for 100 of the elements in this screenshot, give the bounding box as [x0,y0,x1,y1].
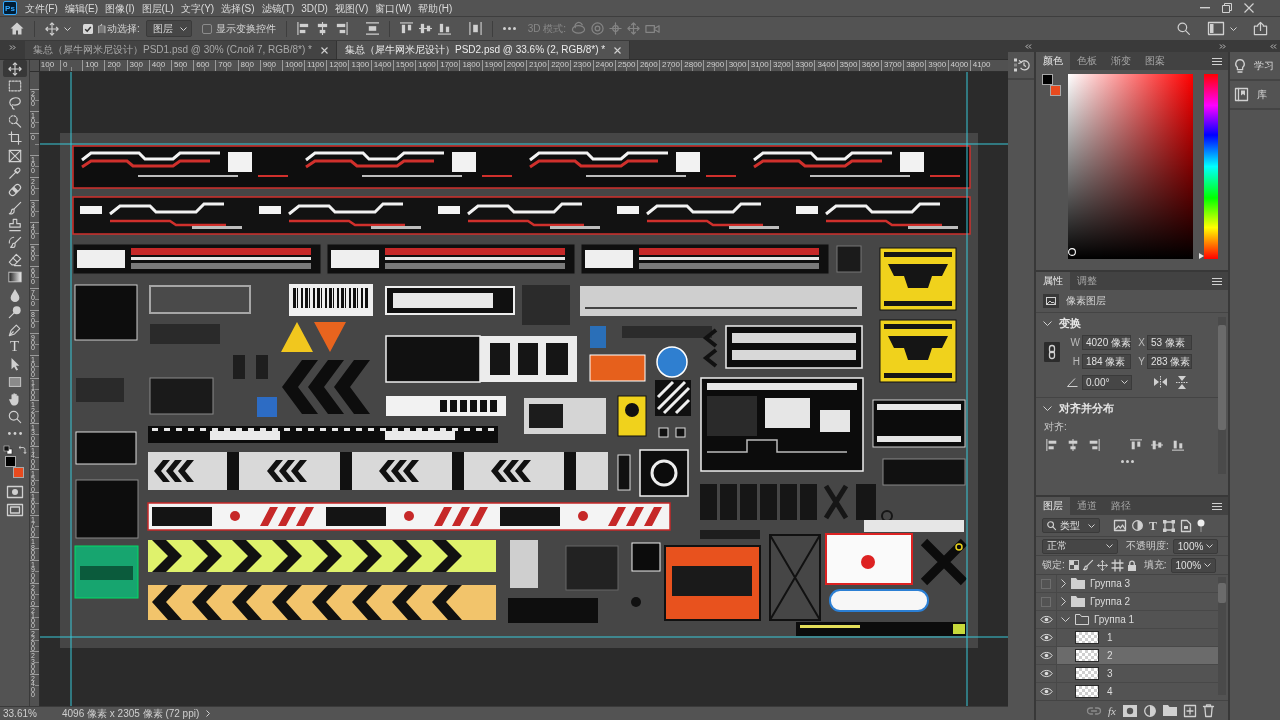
panel-tab[interactable]: 调整 [1070,272,1104,290]
toggle-icon[interactable] [1197,519,1205,532]
dashed-circle-brush-icon[interactable] [7,113,22,128]
menu-item[interactable]: 编辑(E) [61,0,102,16]
close-icon[interactable] [1244,3,1254,13]
menu-item[interactable]: 视图(V) [331,0,372,16]
image-icon[interactable] [1114,520,1126,531]
eye-icon[interactable] [1039,615,1053,624]
double-chevron-icon[interactable] [9,45,16,50]
blend-mode-dropdown[interactable]: 正常 [1042,538,1118,554]
transform-field[interactable]: 283 像素 [1147,354,1192,369]
scrollbar-thumb[interactable] [1218,583,1226,603]
move-icon[interactable] [1096,559,1108,571]
eye-icon[interactable] [1039,651,1053,660]
menu-item[interactable]: 图层(L) [138,0,177,16]
foreground-swatch[interactable] [1042,74,1053,85]
align-top-icon[interactable] [1130,439,1142,451]
foreground-swatch[interactable] [5,455,16,467]
align-top-icon[interactable] [399,22,413,35]
layer-item[interactable]: 4 [1057,683,1218,700]
panel-tab[interactable]: 通道 [1070,497,1104,515]
caret-icon[interactable] [1204,563,1212,567]
align-center-icon[interactable] [315,22,329,35]
eye-icon[interactable] [1039,633,1053,642]
layer-item[interactable]: 3 [1057,665,1218,682]
caret-icon[interactable] [179,26,187,31]
align-center-icon[interactable] [1067,439,1079,451]
align-middle-icon[interactable] [1151,439,1163,451]
panel-tab[interactable]: 路径 [1104,497,1138,515]
share-icon[interactable] [1253,21,1268,36]
filter-dropdown[interactable]: 类型 [1042,518,1100,533]
learn-button[interactable]: 学习 [1230,52,1280,81]
screen-mode-icon[interactable] [6,503,23,516]
fx-button[interactable]: fx [1108,704,1116,717]
padlock-icon[interactable] [1126,559,1137,571]
flip-horizontal-icon[interactable] [1154,375,1167,388]
dashed-rectangle-icon[interactable] [7,79,22,94]
chevron-right-icon[interactable] [1061,597,1066,606]
more-icon[interactable] [1120,460,1134,463]
panel-tab[interactable]: 图案 [1138,52,1172,70]
swap-arrows-icon[interactable] [17,445,26,454]
chevron-right-icon[interactable] [1061,579,1066,588]
new-layer-icon[interactable] [1184,704,1196,717]
panel-menu-icon[interactable] [1212,57,1222,65]
document-icon[interactable] [1181,519,1191,532]
panel-tab[interactable]: 图层 [1036,497,1070,515]
chevron-down-icon[interactable] [1043,405,1052,411]
grid-icon[interactable] [1111,559,1123,571]
stamp-icon[interactable] [7,218,22,233]
distribute-horizontal-icon[interactable] [365,22,379,35]
double-chevron-icon[interactable] [1025,44,1032,49]
align-right-icon[interactable] [1088,439,1100,451]
menu-item[interactable]: 窗口(W) [372,0,415,16]
half-filled-circle-icon[interactable] [1144,704,1156,717]
panel-tab[interactable]: 渐变 [1104,52,1138,70]
panel-menu-icon[interactable] [1212,277,1222,285]
more-icon[interactable] [7,432,22,436]
align-left-icon[interactable] [296,22,310,35]
double-chevron-icon[interactable] [1219,44,1226,49]
caret-icon[interactable] [1106,544,1113,548]
half-filled-circle-icon[interactable] [1132,520,1143,531]
hue-slider[interactable] [1199,74,1218,259]
scrollbar-thumb[interactable] [1218,325,1226,430]
panel-menu-icon[interactable] [1212,502,1222,510]
panel-tab[interactable]: 颜色 [1036,52,1070,70]
chevron-down-icon[interactable] [1061,617,1070,622]
zoom-icon[interactable] [7,409,22,424]
picker-ring-icon[interactable] [1068,248,1076,256]
layer-item[interactable]: Группа 1 [1057,611,1218,628]
chevron-right-icon[interactable] [206,710,211,717]
layer-item[interactable]: 2 [1057,647,1218,664]
tool-button[interactable] [2,60,27,78]
align-bottom-icon[interactable] [1172,439,1184,451]
layer-item[interactable]: Группа 2 [1057,593,1218,610]
panel-tab[interactable]: 属性 [1036,272,1070,290]
checkbox-label[interactable]: 显示变换控件 [215,21,276,36]
panel-tab[interactable]: 色板 [1070,52,1104,70]
align-left-icon[interactable] [1046,439,1058,451]
move-icon[interactable] [7,61,22,76]
quick-mask-icon[interactable] [6,485,23,498]
background-swatch[interactable] [13,466,24,478]
distribute-vertical-icon[interactable] [468,22,482,35]
caret-icon[interactable] [1121,380,1128,384]
restore-icon[interactable] [1222,3,1232,13]
eraser-icon[interactable] [7,253,22,267]
brush-icon[interactable] [1082,559,1093,570]
angle-field[interactable]: 0.00° [1082,374,1132,390]
checkbox[interactable] [83,23,93,34]
align-right-icon[interactable] [334,22,348,35]
color-field[interactable] [1068,74,1193,259]
gradient-icon[interactable] [7,270,22,285]
history-icon[interactable] [1013,58,1029,72]
double-chevron-icon[interactable] [1270,44,1277,49]
layer-item[interactable]: Группа 3 [1057,575,1218,592]
chevron-down-icon[interactable] [1043,320,1052,326]
libraries-button[interactable]: 库 [1230,81,1280,110]
align-bottom-icon[interactable] [437,22,451,35]
link-icon[interactable] [1044,342,1060,362]
menu-item[interactable]: 滤镜(T) [258,0,298,16]
caret-icon[interactable] [64,26,71,31]
